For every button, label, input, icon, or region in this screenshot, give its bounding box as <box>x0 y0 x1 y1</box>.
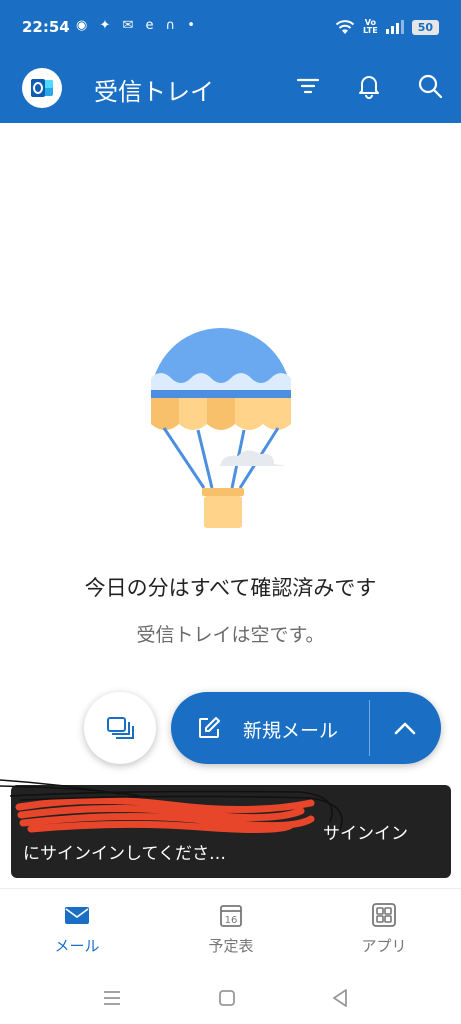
bottom-nav: メール 16 予定表 アプリ <box>0 888 461 972</box>
filter-icon[interactable] <box>294 72 322 100</box>
system-nav-bar <box>0 972 461 1024</box>
notification-icons: ◉ ✦ ✉ e ∩ • <box>76 18 199 33</box>
app-bar: 22:54 ◉ ✦ ✉ e ∩ • Vo LTE 50 受信トレイ <box>0 0 461 123</box>
calendar-icon: 16 <box>220 905 242 927</box>
nav-label-mail: メール <box>54 937 100 955</box>
new-mail-button[interactable]: 新規メール <box>171 692 369 764</box>
back-icon[interactable] <box>328 986 352 1010</box>
home-icon[interactable] <box>215 986 239 1010</box>
nav-item-calendar[interactable]: 16 予定表 <box>171 901 291 956</box>
stack-icon <box>107 717 134 739</box>
chevron-up-icon <box>394 722 416 735</box>
recents-icon[interactable] <box>100 986 124 1010</box>
outlook-logo-glyph <box>31 79 53 97</box>
signal-icon <box>385 20 404 34</box>
empty-state-subtitle: 受信トレイは空です。 <box>136 624 325 646</box>
volte-indicator: Vo LTE <box>362 18 378 35</box>
black-scribble <box>0 779 343 831</box>
expand-button[interactable] <box>369 692 441 764</box>
compose-icon <box>199 717 220 738</box>
wifi-icon <box>335 20 355 34</box>
calendar-day: 16 <box>225 915 238 926</box>
nav-label-apps: アプリ <box>361 937 407 955</box>
page-title: 受信トレイ <box>94 78 214 106</box>
nav-item-apps[interactable]: アプリ <box>324 901 444 956</box>
stack-button[interactable] <box>84 692 156 764</box>
nav-item-mail[interactable]: メール <box>17 901 137 956</box>
apps-icon <box>372 903 396 927</box>
status-time: 22:54 <box>22 18 70 36</box>
bell-icon[interactable] <box>355 72 383 100</box>
status-right: Vo LTE 50 <box>335 16 439 38</box>
new-mail-label: 新規メール <box>243 720 339 742</box>
battery-indicator: 50 <box>411 19 439 35</box>
outlook-logo-icon[interactable] <box>22 68 62 108</box>
new-mail-fab: 新規メール <box>171 692 441 764</box>
status-bar: 22:54 ◉ ✦ ✉ e ∩ • Vo LTE 50 <box>0 0 461 56</box>
search-icon[interactable] <box>416 72 444 100</box>
empty-state-title: 今日の分はすべて確認済みです <box>84 576 377 600</box>
nav-label-calendar: 予定表 <box>208 937 254 955</box>
hot-air-balloon-illustration <box>151 328 291 528</box>
mail-icon <box>65 907 89 924</box>
